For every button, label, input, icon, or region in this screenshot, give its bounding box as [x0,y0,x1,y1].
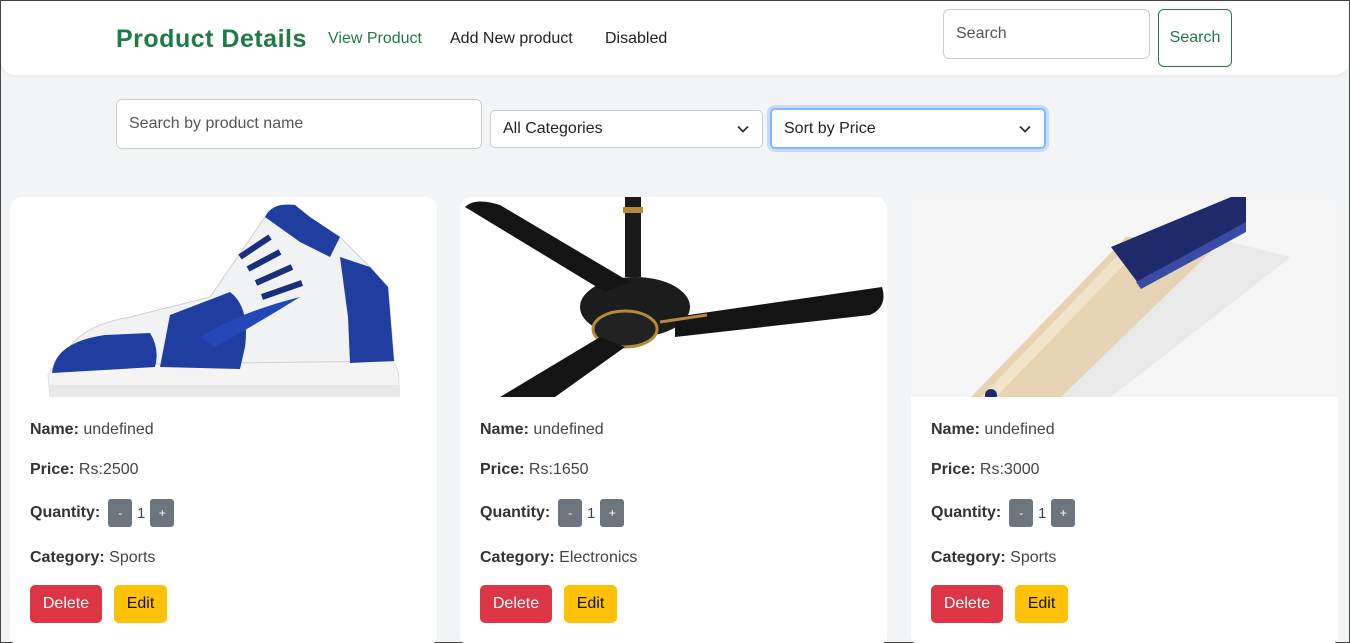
ceiling-fan-image [460,197,887,397]
product-name: undefined [533,421,604,438]
quantity-stepper: Quantity: - 1 + [30,499,175,527]
chevron-down-icon [737,125,749,133]
product-card: Name: undefined Price: Rs:3000 Quantity:… [911,197,1338,643]
delete-button[interactable]: Delete [30,585,102,623]
quantity-decrement-button[interactable]: - [558,499,583,527]
price-label: Price: [480,461,525,478]
chevron-down-icon [1019,125,1031,133]
nav-add-new-product[interactable]: Add New product [450,30,573,48]
quantity-label: Quantity: [480,504,551,521]
name-label: Name: [30,421,79,438]
quantity-stepper: Quantity: - 1 + [480,499,625,527]
product-name-row: Name: undefined [931,421,1055,439]
sort-select-value: Sort by Price [784,119,876,137]
price-label: Price: [30,461,75,478]
quantity-value: 1 [137,504,146,522]
quantity-increment-button[interactable]: + [150,499,175,527]
category-label: Category: [480,549,555,566]
product-name-row: Name: undefined [30,421,154,439]
nav-disabled[interactable]: Disabled [605,30,667,48]
product-category-row: Category: Electronics [480,549,637,567]
quantity-increment-button[interactable]: + [1051,499,1076,527]
product-category: Sports [109,549,156,566]
edit-button[interactable]: Edit [114,585,167,623]
product-price: Rs:2500 [78,461,139,478]
quantity-stepper: Quantity: - 1 + [931,499,1076,527]
quantity-increment-button[interactable]: + [600,499,625,527]
product-name: undefined [83,421,154,438]
quantity-decrement-button[interactable]: - [108,499,133,527]
category-label: Category: [931,549,1006,566]
category-select-value: All Categories [503,120,603,137]
quantity-decrement-button[interactable]: - [1009,499,1034,527]
nav-search-input[interactable] [943,9,1150,59]
cricket-bat-image [911,197,1338,397]
delete-button[interactable]: Delete [480,585,552,623]
sneaker-image [10,197,437,397]
product-category: Sports [1010,549,1057,566]
name-label: Name: [931,421,980,438]
nav-search-button[interactable]: Search [1158,9,1232,67]
quantity-label: Quantity: [931,504,1002,521]
category-label: Category: [30,549,105,566]
product-price-row: Price: Rs:2500 [30,461,139,479]
product-price-row: Price: Rs:1650 [480,461,589,479]
quantity-value: 1 [587,504,596,522]
product-price: Rs:1650 [528,461,589,478]
product-price-row: Price: Rs:3000 [931,461,1040,479]
product-card: Name: undefined Price: Rs:2500 Quantity:… [10,197,437,643]
product-category-row: Category: Sports [931,549,1056,567]
product-name: undefined [984,421,1055,438]
product-name-search-input[interactable] [116,99,482,149]
product-name-row: Name: undefined [480,421,604,439]
navbar: Product Details View Product Add New pro… [1,1,1349,75]
nav-view-product[interactable]: View Product [328,30,422,48]
delete-button[interactable]: Delete [931,585,1003,623]
price-label: Price: [931,461,976,478]
brand-title[interactable]: Product Details [116,25,307,54]
sort-select[interactable]: Sort by Price [770,108,1046,149]
product-category-row: Category: Sports [30,549,155,567]
quantity-label: Quantity: [30,504,101,521]
quantity-value: 1 [1038,504,1047,522]
product-category: Electronics [559,549,638,566]
category-select[interactable]: All Categories [490,110,763,148]
product-price: Rs:3000 [979,461,1040,478]
product-card: Name: undefined Price: Rs:1650 Quantity:… [460,197,887,643]
edit-button[interactable]: Edit [1015,585,1068,623]
name-label: Name: [480,421,529,438]
edit-button[interactable]: Edit [564,585,617,623]
